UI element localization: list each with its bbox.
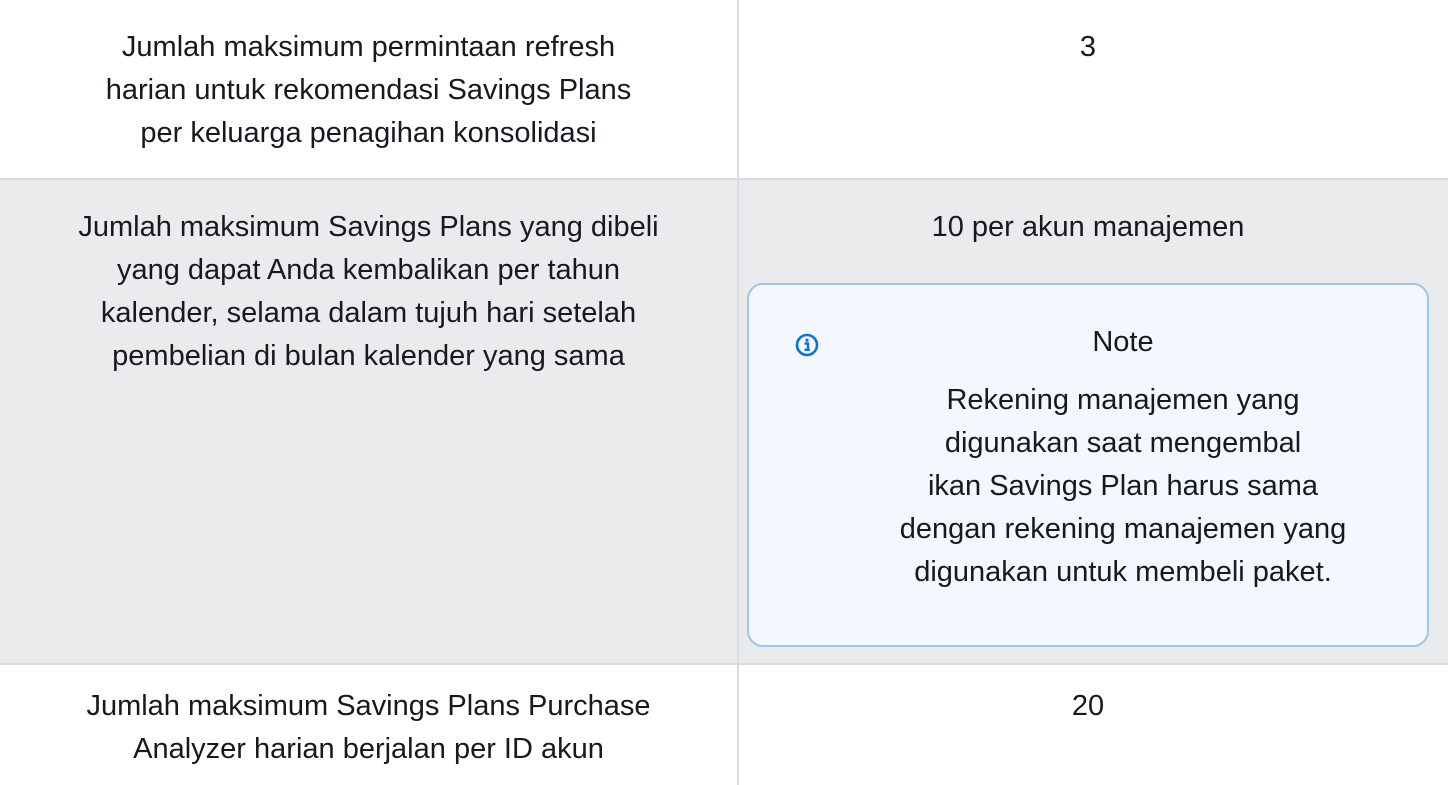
quota-label: Jumlah maksimum permintaan refresh haria… [105,31,632,149]
table-row: Jumlah maksimum Savings Plans Purchase A… [0,665,1448,785]
note-title: Note [1092,326,1154,358]
table-row: Jumlah maksimum permintaan refresh haria… [0,0,1448,180]
note-callout: Note Rekening manajemen yang digunakan s… [747,283,1429,647]
quota-label-cell: Jumlah maksimum permintaan refresh haria… [0,0,739,178]
table-row: Jumlah maksimum Savings Plans yang dibel… [0,180,1448,665]
note-body: Rekening manajemen yang digunakan saat m… [899,384,1347,588]
quota-label-cell: Jumlah maksimum Savings Plans yang dibel… [0,180,739,663]
quota-value: 3 [1079,31,1097,63]
quota-label: Jumlah maksimum Savings Plans yang dibel… [78,211,659,372]
quota-label-cell: Jumlah maksimum Savings Plans Purchase A… [0,665,739,785]
quota-value: 10 per akun manajemen [931,211,1245,243]
quota-value-cell: 3 [739,0,1448,178]
info-icon [795,333,819,357]
quota-value: 20 [1071,690,1105,722]
quota-label: Jumlah maksimum Savings Plans Purchase A… [86,690,651,765]
quota-value-cell: 20 [739,665,1448,785]
quota-value-cell: 10 per akun manajemen Note Rekening mana… [739,180,1448,663]
